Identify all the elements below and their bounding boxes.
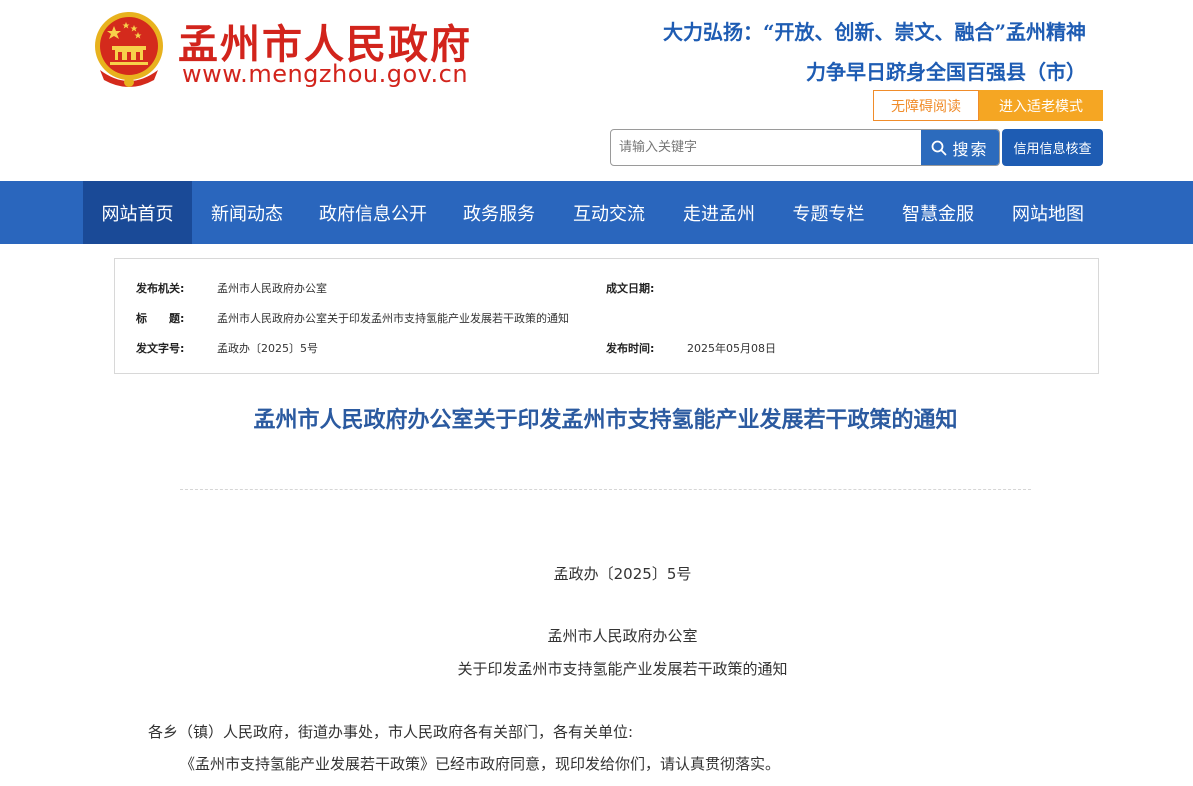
nav-item-services[interactable]: 政务服务 (444, 181, 554, 244)
site-header: 孟州市人民政府 www.mengzhou.gov.cn 大力弘扬：“开放、创新、… (0, 0, 1193, 181)
issuer-value: 孟州市人民政府办公室 (217, 282, 327, 295)
issuer-label: 发布机关: (136, 282, 185, 295)
nav-item-news[interactable]: 新闻动态 (192, 181, 302, 244)
article-paragraph: 《孟州市支持氢能产业发展若干政策》已经市政府同意，现印发给你们，请认真贯彻落实。 (180, 755, 781, 773)
credit-check-button[interactable]: 信用信息核查 (1002, 129, 1103, 166)
search-button[interactable]: 搜索 (921, 130, 999, 165)
article-issuer: 孟州市人民政府办公室 (547, 627, 698, 645)
article-doc-number: 孟政办〔2025〕5号 (553, 565, 692, 583)
national-emblem-icon (90, 10, 168, 90)
search-box: 搜索 (610, 129, 1000, 166)
nav-item-finance[interactable]: 智慧金服 (883, 181, 993, 244)
nav-item-home[interactable]: 网站首页 (83, 181, 192, 244)
date-written-label: 成文日期: (606, 282, 655, 295)
publish-time-value: 2025年05月08日 (687, 342, 776, 355)
nav-item-topics[interactable]: 专题专栏 (774, 181, 883, 244)
elderly-mode-button[interactable]: 进入适老模式 (979, 90, 1103, 121)
title-label: 标 题: (136, 312, 185, 325)
title-value: 孟州市人民政府办公室关于印发孟州市支持氢能产业发展若干政策的通知 (217, 312, 569, 325)
accessible-reading-button[interactable]: 无障碍阅读 (873, 90, 979, 121)
site-url: www.mengzhou.gov.cn (182, 60, 469, 88)
slogan-line-1: 大力弘扬：“开放、创新、崇文、融合”孟州精神 (662, 20, 1086, 44)
publish-time-label: 发布时间: (606, 342, 655, 355)
search-input[interactable] (611, 130, 929, 165)
nav-item-sitemap[interactable]: 网站地图 (993, 181, 1103, 244)
title-divider (180, 489, 1031, 490)
article-subtitle: 关于印发孟州市支持氢能产业发展若干政策的通知 (457, 660, 788, 678)
nav-item-interaction[interactable]: 互动交流 (554, 181, 664, 244)
article-title: 孟州市人民政府办公室关于印发孟州市支持氢能产业发展若干政策的通知 (253, 408, 958, 433)
search-button-label: 搜索 (952, 139, 989, 159)
search-icon (932, 140, 947, 155)
slogan-line-2: 力争早日跻身全国百强县（市） (806, 60, 1086, 84)
document-info-box: 发布机关: 孟州市人民政府办公室 成文日期: 标 题: 孟州市人民政府办公室关于… (114, 258, 1099, 374)
article-salutation: 各乡（镇）人民政府，街道办事处，市人民政府各有关部门，各有关单位: (148, 723, 634, 741)
nav-item-about[interactable]: 走进孟州 (664, 181, 774, 244)
nav-item-gov-info[interactable]: 政府信息公开 (302, 181, 444, 244)
main-nav: 网站首页 新闻动态 政府信息公开 政务服务 互动交流 走进孟州 专题专栏 智慧金… (0, 181, 1193, 244)
doc-no-label: 发文字号: (136, 342, 185, 355)
doc-no-value: 孟政办〔2025〕5号 (217, 342, 318, 355)
